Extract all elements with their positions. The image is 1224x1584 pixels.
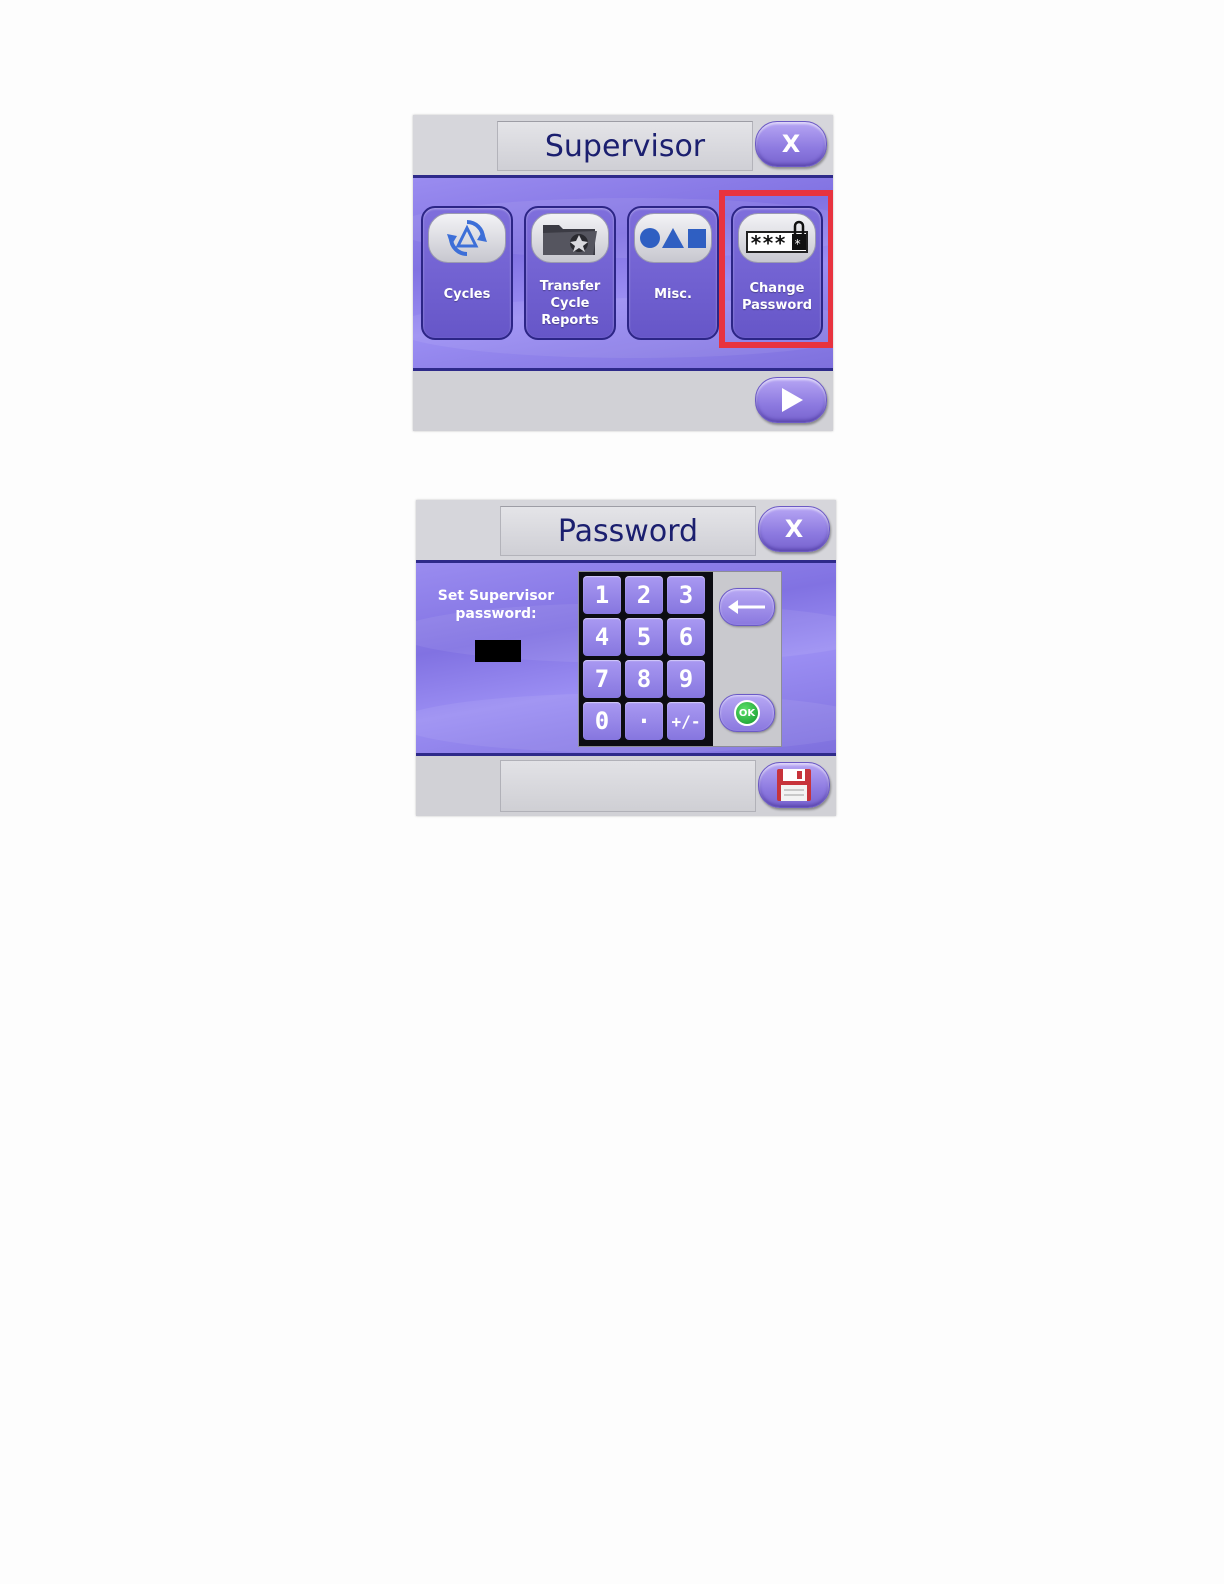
save-button[interactable] (758, 762, 830, 808)
misc-button[interactable]: Misc. (627, 206, 719, 340)
transfer-cycle-reports-label: Transfer Cycle Reports (526, 278, 614, 329)
key-6[interactable]: 6 (667, 618, 705, 656)
key-0[interactable]: 0 (583, 702, 621, 740)
tile-label-line: Cycles (443, 287, 491, 302)
tile-label-line: Misc. (654, 287, 692, 302)
backspace-button[interactable] (719, 588, 775, 626)
ok-button[interactable]: OK (719, 694, 775, 732)
supervisor-header: Supervisor X (413, 115, 833, 175)
transfer-cycle-reports-button[interactable]: Transfer Cycle Reports (524, 206, 616, 340)
tile-label-line: Transfer (539, 279, 601, 294)
password-footer (416, 756, 836, 816)
key-1[interactable]: 1 (583, 576, 621, 614)
key-4[interactable]: 4 (583, 618, 621, 656)
next-button[interactable] (755, 377, 827, 423)
prompt-line: password: (455, 606, 537, 622)
misc-label: Misc. (629, 286, 717, 303)
change-password-highlight (719, 190, 833, 348)
key-3[interactable]: 3 (667, 576, 705, 614)
ok-icon: OK (734, 700, 760, 726)
key-plus-minus[interactable]: +/- (667, 702, 705, 740)
password-screen: Password X Set Supervisor password: 1 2 … (416, 500, 836, 816)
backspace-arrow-icon (728, 600, 765, 614)
cycles-label: Cycles (423, 286, 511, 303)
password-display-field[interactable] (475, 640, 521, 662)
floppy-disk-icon (777, 769, 811, 801)
ok-label: OK (738, 707, 756, 719)
password-title: Password (500, 506, 756, 556)
close-label: X (781, 130, 801, 158)
status-field (500, 760, 756, 812)
supervisor-footer (413, 371, 833, 431)
key-8[interactable]: 8 (625, 660, 663, 698)
supervisor-close-button[interactable]: X (755, 121, 827, 167)
key-9[interactable]: 9 (667, 660, 705, 698)
play-arrow-icon (782, 388, 803, 412)
key-decimal[interactable]: · (625, 702, 663, 740)
close-label: X (784, 515, 804, 543)
numeric-keypad: 1 2 3 4 5 6 7 8 9 0 · +/- (579, 572, 713, 746)
password-entry-area: Set Supervisor password: 1 2 3 4 5 6 7 8… (416, 560, 836, 756)
supervisor-title: Supervisor (497, 121, 753, 171)
cycle-arrows-icon (428, 213, 506, 263)
password-header: Password X (416, 500, 836, 560)
shapes-icon (634, 213, 712, 263)
folder-transfer-icon (531, 213, 609, 263)
tile-label-line: Cycle (550, 296, 590, 311)
key-5[interactable]: 5 (625, 618, 663, 656)
password-prompt: Set Supervisor password: (436, 587, 556, 623)
tile-label-line: Reports (541, 313, 599, 328)
key-2[interactable]: 2 (625, 576, 663, 614)
key-7[interactable]: 7 (583, 660, 621, 698)
cycles-button[interactable]: Cycles (421, 206, 513, 340)
supervisor-screen: Supervisor X Cycles Transfer Cycle Repor… (413, 115, 833, 431)
prompt-line: Set Supervisor (437, 588, 555, 604)
password-close-button[interactable]: X (758, 506, 830, 552)
keypad-panel: 1 2 3 4 5 6 7 8 9 0 · +/- OK (578, 571, 782, 747)
